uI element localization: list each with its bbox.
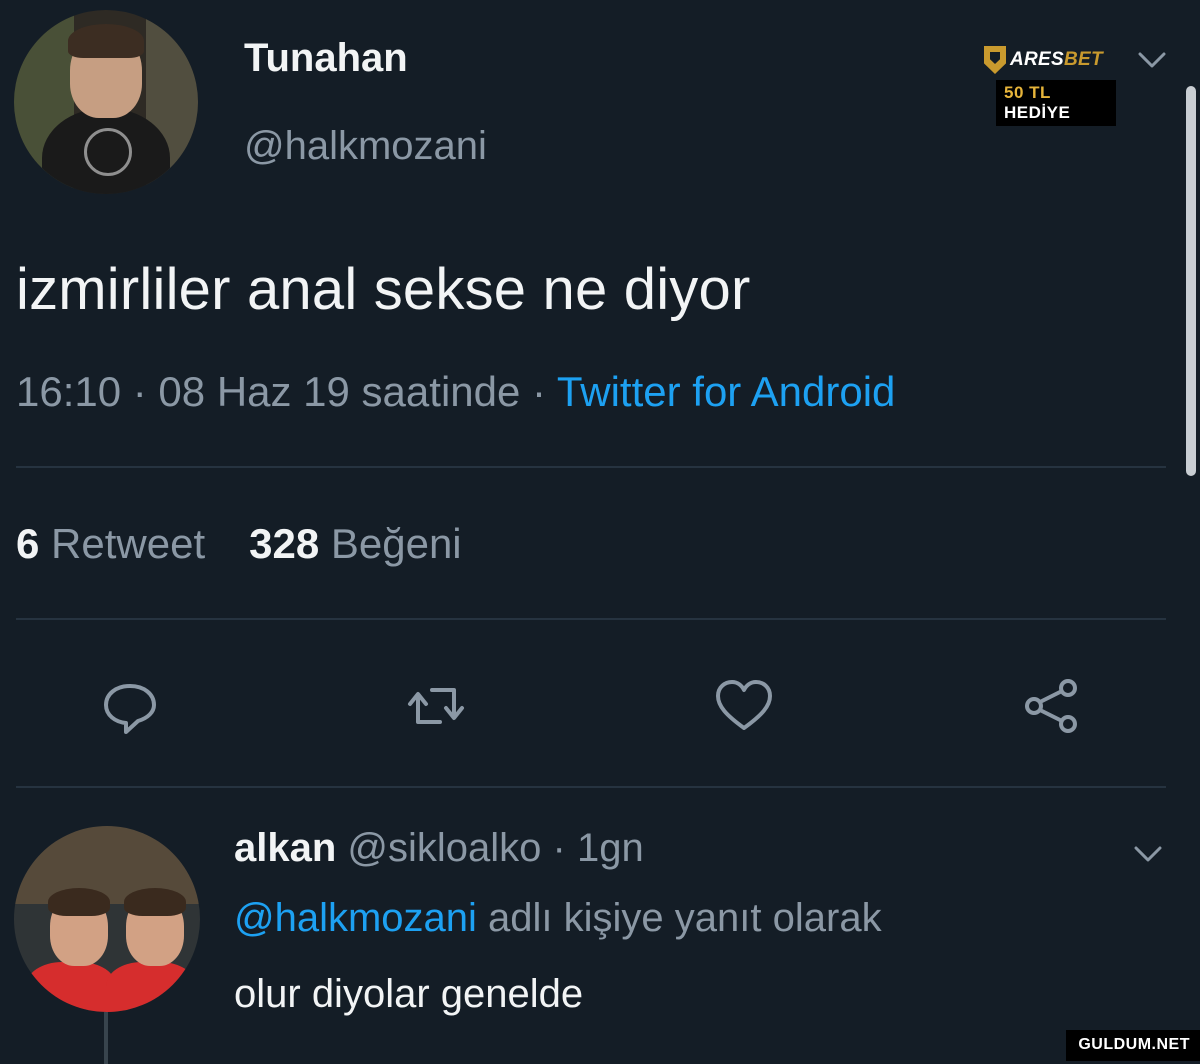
- divider: [16, 786, 1166, 788]
- avatar-hair: [124, 888, 186, 916]
- retweet-stat[interactable]: 6 Retweet: [16, 520, 205, 567]
- shield-icon: [984, 46, 1006, 74]
- chevron-down-icon[interactable]: [1132, 842, 1164, 866]
- scrollbar[interactable]: [1186, 86, 1196, 476]
- reply-handle-time[interactable]: @sikloalko · 1gn: [336, 826, 643, 870]
- user-handle[interactable]: @halkmozani: [244, 124, 487, 169]
- tweet-source[interactable]: Twitter for Android: [557, 368, 895, 415]
- avatar[interactable]: [14, 10, 198, 194]
- chevron-down-icon[interactable]: [1136, 48, 1168, 72]
- reply-header: alkan @sikloalko · 1gn: [234, 826, 644, 871]
- tweet-stats: 6 Retweet 328 Beğeni: [16, 520, 462, 568]
- share-icon: [1025, 679, 1077, 733]
- reply-button[interactable]: [98, 674, 162, 738]
- tweet-text: izmirliler anal sekse ne diyor: [16, 257, 751, 322]
- ad-badge[interactable]: ARESBET 50 TL HEDİYE: [984, 44, 1116, 126]
- like-button[interactable]: [712, 674, 776, 738]
- avatar-emblem: [84, 128, 132, 176]
- like-stat[interactable]: 328 Beğeni: [249, 520, 462, 567]
- retweet-button[interactable]: [404, 674, 468, 738]
- reply-display-name[interactable]: alkan: [234, 826, 336, 870]
- avatar-shirt: [26, 962, 116, 1012]
- divider: [16, 618, 1166, 620]
- tweet-time: 16:10 · 08 Haz 19 saatinde ·: [16, 368, 557, 415]
- heart-icon: [716, 680, 772, 730]
- avatar-shirt: [106, 962, 196, 1012]
- retweet-icon: [408, 688, 464, 724]
- reply-icon: [104, 684, 156, 734]
- watermark: GULDUM.NET: [1066, 1030, 1200, 1061]
- mention-link[interactable]: @halkmozani: [234, 896, 477, 940]
- thread-line: [104, 1012, 108, 1064]
- ad-logo: ARESBET: [984, 44, 1116, 76]
- avatar-hair: [48, 888, 110, 916]
- tweet-meta: 16:10 · 08 Haz 19 saatinde · Twitter for…: [16, 368, 895, 416]
- reply-context: @halkmozani adlı kişiye yanıt olarak: [234, 896, 882, 940]
- ad-gift-label: 50 TL HEDİYE: [996, 80, 1116, 126]
- divider: [16, 466, 1166, 468]
- display-name[interactable]: Tunahan: [244, 36, 408, 81]
- avatar-hair: [68, 24, 144, 58]
- ad-brand: ARESBET: [1010, 49, 1103, 70]
- reply-text: olur diyolar genelde: [234, 972, 584, 1016]
- share-button[interactable]: [1020, 674, 1084, 738]
- reply-avatar[interactable]: [14, 826, 200, 1012]
